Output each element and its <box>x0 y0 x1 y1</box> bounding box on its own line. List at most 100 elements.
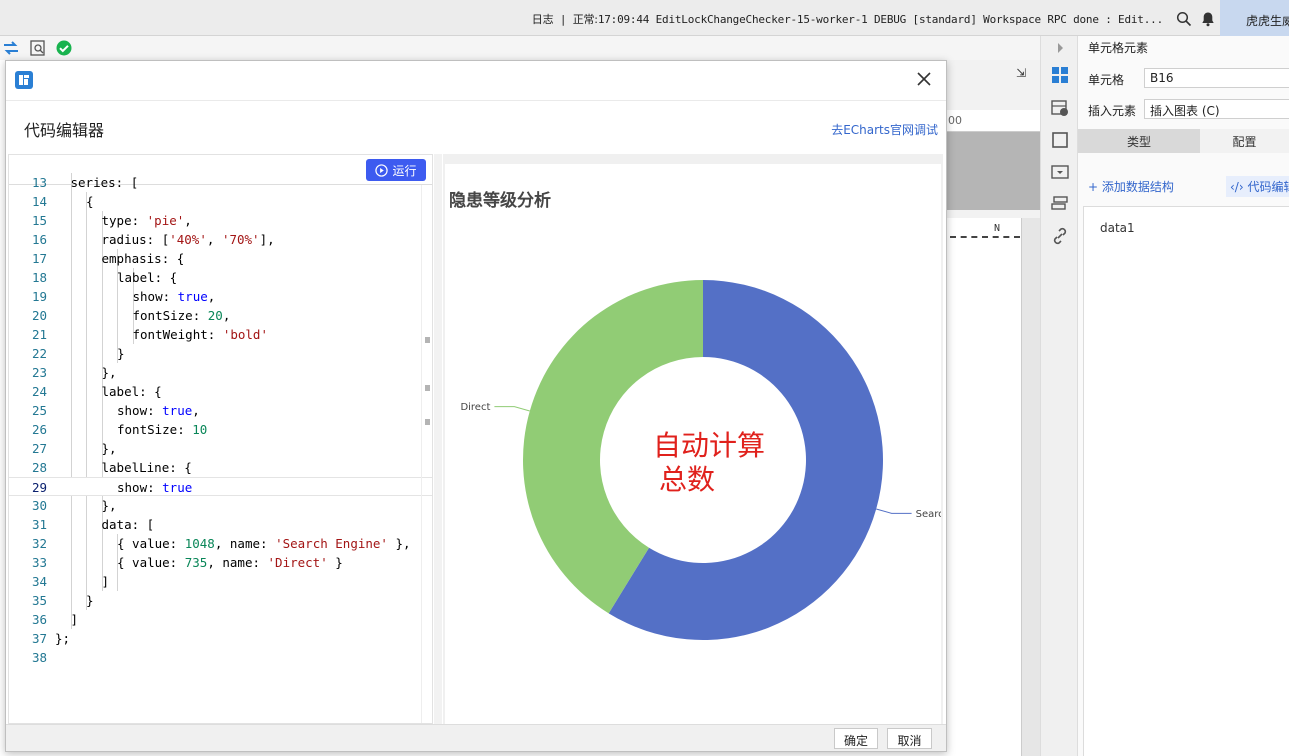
line-number: 23 <box>31 365 47 380</box>
code-area[interactable]: 13 series: [14 {15 type: 'pie', 16 radius: ['… <box>9 173 432 723</box>
code-text: fontWeight: 'bold' <box>132 327 268 342</box>
split-handle[interactable] <box>434 154 442 724</box>
line-number: 26 <box>31 422 47 437</box>
tab-type[interactable]: 类型 <box>1078 129 1200 153</box>
code-line[interactable]: 31 data: [ <box>9 515 432 534</box>
widget-icon[interactable] <box>1050 162 1070 182</box>
canvas-scrollbar[interactable] <box>1022 218 1040 756</box>
cell-label: 单元格 <box>1088 73 1125 87</box>
cancel-button[interactable]: 取消 <box>887 728 932 749</box>
log-label[interactable]: 日志 <box>532 13 554 26</box>
link-icon[interactable] <box>1050 226 1070 246</box>
header-block <box>946 132 1040 210</box>
cell-element-icon[interactable] <box>1050 65 1070 85</box>
layer-icon[interactable] <box>1050 194 1070 214</box>
code-text: { value: 1048, name: 'Search Engine' }, <box>117 536 411 551</box>
code-text: }, <box>101 365 117 380</box>
code-text: fontSize: 10 <box>117 422 208 437</box>
property-panel: 单元格元素 单元格 B16 插入元素 插入图表 (C) 类型 配置 + 添加数据… <box>1078 36 1289 756</box>
line-number: 36 <box>31 612 47 627</box>
ruler: 00 <box>946 110 1040 132</box>
code-line[interactable]: 16 radius: ['40%', '70%'], <box>9 230 432 249</box>
line-number: 29 <box>31 480 47 495</box>
code-text: } <box>117 346 125 361</box>
dialog-footer: 确定 取消 <box>6 724 946 751</box>
chart-canvas: 隐患等级分析 Searc...Direct 自动计算 总数 <box>445 164 941 724</box>
code-line[interactable]: 21 fontWeight: 'bold' <box>9 325 432 344</box>
editor-scrollbar[interactable] <box>421 185 431 723</box>
search-icon[interactable] <box>1176 11 1192 27</box>
echarts-link[interactable]: 去ECharts官网调试 <box>831 121 938 138</box>
main-toolbar <box>0 36 1040 60</box>
code-text: data: [ <box>101 517 155 532</box>
code-line[interactable]: 23}, <box>9 363 432 382</box>
cell-attribute-icon[interactable] <box>1050 98 1070 118</box>
code-text: ] <box>70 612 79 627</box>
line-number: 20 <box>31 308 47 323</box>
frame-icon[interactable] <box>1050 130 1070 150</box>
status-bar: 日志 | 正常:17:09:44 EditLockChangeChecker-1… <box>0 0 1289 36</box>
code-text: type: 'pie', <box>101 213 192 228</box>
code-line[interactable]: 19 show: true, <box>9 287 432 306</box>
code-line[interactable]: 24 label: { <box>9 382 432 401</box>
dropdown-icon[interactable]: ⇲ <box>1016 66 1026 80</box>
tab-config[interactable]: 配置 <box>1200 129 1289 153</box>
status-text: 17:09:44 EditLockChangeChecker-15-worker… <box>597 13 1163 26</box>
data-item[interactable]: data1 <box>1100 221 1135 235</box>
code-text: radius: ['40%', '70%'], <box>101 232 275 247</box>
code-line[interactable]: 37}; <box>9 629 432 648</box>
code-line[interactable]: 25 show: true, <box>9 401 432 420</box>
code-line[interactable]: 22} <box>9 344 432 363</box>
page-break-line <box>950 236 1020 238</box>
line-number: 27 <box>31 441 47 456</box>
code-text: emphasis: { <box>101 251 185 266</box>
line-number: 35 <box>31 593 47 608</box>
code-text: show: true, <box>132 289 216 304</box>
user-menu[interactable]: 虎虎生威 <box>1220 0 1289 36</box>
label-line <box>494 406 530 412</box>
line-number: 32 <box>31 536 47 551</box>
insert-element-select[interactable]: 插入图表 (C) <box>1144 99 1289 119</box>
code-line[interactable]: 28 labelLine: { <box>9 458 432 477</box>
code-line[interactable]: 38 <box>9 648 432 667</box>
code-line[interactable]: 14 { <box>9 192 432 211</box>
sheet[interactable] <box>946 218 1022 756</box>
code-line[interactable]: 32 { value: 1048, name: 'Search Engine' }… <box>9 534 432 553</box>
app-logo-icon <box>15 71 33 89</box>
bell-icon[interactable] <box>1200 11 1216 27</box>
code-line[interactable]: 34] <box>9 572 432 591</box>
close-icon[interactable] <box>914 69 934 89</box>
check-circle-icon[interactable] <box>55 39 73 57</box>
confirm-button[interactable]: 确定 <box>834 728 878 749</box>
code-text: { <box>86 194 94 209</box>
sync-icon[interactable] <box>2 39 20 57</box>
line-number: 28 <box>31 460 47 475</box>
cell-field[interactable]: B16 <box>1144 68 1289 88</box>
center-text-line1: 自动计算 <box>653 429 766 462</box>
code-line[interactable]: 36] <box>9 610 432 629</box>
add-data-structure-link[interactable]: + 添加数据结构 <box>1088 178 1174 195</box>
preview-search-icon[interactable] <box>29 39 47 57</box>
code-line[interactable]: 13 series: [ <box>9 173 432 192</box>
code-editor[interactable]: 运行 13 series: [14{15 type: 'pie', 16 radius:… <box>8 154 433 724</box>
code-text: } <box>86 593 94 608</box>
code-line[interactable]: 26 fontSize: 10 <box>9 420 432 439</box>
code-line[interactable]: 30}, <box>9 496 432 515</box>
code-line[interactable]: 15 type: 'pie', <box>9 211 432 230</box>
code-text: show: true, <box>117 403 200 418</box>
line-number: 25 <box>31 403 47 418</box>
column-marker: N <box>994 223 1001 234</box>
code-line[interactable]: 35} <box>9 591 432 610</box>
code-line[interactable]: 29 show: true <box>9 477 432 496</box>
insert-label: 插入元素 <box>1088 104 1137 118</box>
status-label: 正常: <box>572 13 598 26</box>
code-text: }, <box>101 441 117 456</box>
code-line[interactable]: 20 fontSize: 20, <box>9 306 432 325</box>
code-line[interactable]: 27}, <box>9 439 432 458</box>
code-line[interactable]: 33 { value: 735, name: 'Direct' } <box>9 553 432 572</box>
code-editor-button[interactable]: ‹/› 代码编辑 <box>1226 176 1289 197</box>
code-line[interactable]: 17 emphasis: { <box>9 249 432 268</box>
code-line[interactable]: 18 label: { <box>9 268 432 287</box>
collapse-arrow-icon[interactable] <box>1050 38 1070 58</box>
panel-title: 单元格元素 <box>1088 41 1149 55</box>
